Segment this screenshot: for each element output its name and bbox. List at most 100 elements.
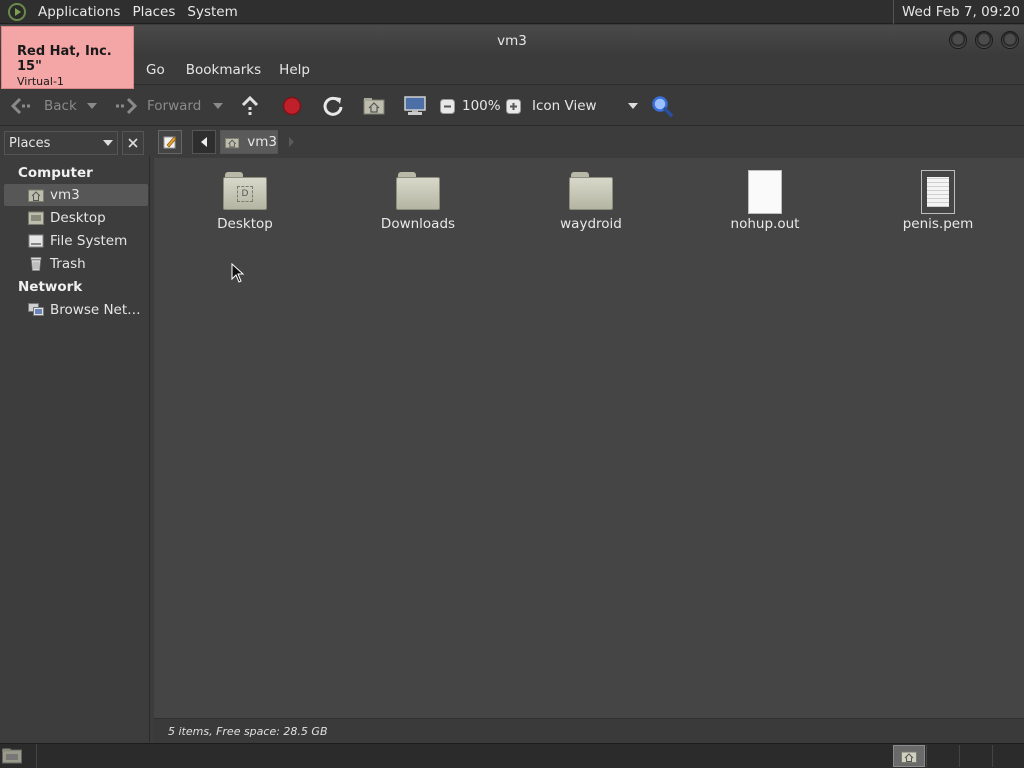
sidebar-section-network: Network <box>18 279 83 295</box>
sidebar-item-trash[interactable]: Trash <box>4 253 148 275</box>
sidebar-item-vm3[interactable]: vm3 <box>4 184 148 206</box>
bookmarks-menu[interactable]: Bookmarks <box>178 62 269 78</box>
workspace-1[interactable] <box>893 745 925 767</box>
home-folder-icon <box>901 751 917 763</box>
show-desktop-button[interactable] <box>2 748 22 768</box>
desktop-icon <box>28 211 44 225</box>
clock[interactable]: Wed Feb 7, 09:20 <box>893 0 1024 24</box>
tooltip-subtitle: Virtual-1 <box>17 75 64 88</box>
workspace-3[interactable] <box>959 745 991 767</box>
home-folder-icon <box>225 137 240 148</box>
forward-arrow-icon <box>116 97 138 115</box>
forward-history-dropdown[interactable] <box>213 85 223 127</box>
home-folder-icon <box>28 189 44 202</box>
file-name: nohup.out <box>730 216 800 232</box>
file-name: Downloads <box>380 216 456 232</box>
sidebar-item-label: Browse Net… <box>50 302 141 318</box>
sidebar-type-select[interactable]: Places <box>4 131 118 155</box>
close-window-button[interactable] <box>1001 31 1019 49</box>
zoom-in-button[interactable] <box>506 85 521 127</box>
bottom-panel <box>0 743 1024 768</box>
view-mode-select[interactable]: Icon View <box>532 85 638 127</box>
go-menu[interactable]: Go <box>138 62 173 78</box>
chevron-left-icon <box>201 137 207 147</box>
desktop-icon <box>2 748 22 764</box>
home-folder-icon <box>363 98 385 115</box>
search-icon <box>652 96 673 117</box>
help-menu[interactable]: Help <box>271 62 318 78</box>
sidebar-item-label: Trash <box>50 256 86 272</box>
zoom-in-icon <box>506 98 521 114</box>
maximize-button[interactable] <box>975 31 993 49</box>
path-crumb-home[interactable]: vm3 <box>220 130 278 154</box>
folder-icon <box>569 170 613 210</box>
location-bar: vm3 <box>154 127 1024 157</box>
sidebar-header: Places <box>0 130 150 156</box>
menubar: Go Bookmarks Help <box>0 57 1024 83</box>
system-menu[interactable]: System <box>181 0 243 24</box>
path-scroll-left-button[interactable] <box>192 130 216 154</box>
toggle-location-entry-button[interactable] <box>158 130 182 154</box>
zoom-out-icon <box>440 98 455 114</box>
sidebar-item-label: File System <box>50 233 128 249</box>
file-item-downloads[interactable]: Downloads <box>358 170 478 232</box>
sidebar-item-file-system[interactable]: File System <box>4 230 148 252</box>
window-titlebar[interactable]: vm3 <box>0 25 1024 57</box>
file-name: penis.pem <box>902 216 974 232</box>
home-button[interactable] <box>363 85 385 127</box>
back-history-dropdown[interactable] <box>87 85 97 127</box>
close-sidebar-button[interactable] <box>122 131 144 155</box>
workspace-4[interactable] <box>992 745 1024 767</box>
reload-icon <box>323 96 343 116</box>
sidebar-item-label: Desktop <box>50 210 106 226</box>
file-name: waydroid <box>560 216 622 232</box>
up-button[interactable] <box>240 85 260 127</box>
path-scroll-right-button[interactable] <box>288 136 294 151</box>
stop-button[interactable] <box>282 85 302 127</box>
text-file-icon <box>921 170 955 214</box>
desktop-folder-icon: D <box>223 170 267 210</box>
sidebar-type-label: Places <box>9 135 51 151</box>
toolbar: Back Forward 100% Icon View <box>0 84 1024 126</box>
back-label: Back <box>44 98 77 114</box>
path-crumb-label: vm3 <box>247 134 277 150</box>
stop-icon <box>282 96 302 116</box>
chevron-down-icon <box>103 140 113 146</box>
sidebar-item-desktop[interactable]: Desktop <box>4 207 148 229</box>
reload-button[interactable] <box>322 85 344 127</box>
trash-icon <box>30 257 42 271</box>
file-item-waydroid[interactable]: waydroid <box>531 170 651 232</box>
workspace-2[interactable] <box>926 745 958 767</box>
sidebar-item-label: vm3 <box>50 187 80 203</box>
file-item-penis-pem[interactable]: penis.pem <box>878 170 998 232</box>
edit-icon <box>163 136 177 149</box>
file-name: Desktop <box>217 216 273 232</box>
applications-menu[interactable]: Applications <box>32 0 126 24</box>
chevron-right-icon <box>289 137 294 147</box>
file-item-desktop[interactable]: D Desktop <box>185 170 305 232</box>
window-title: vm3 <box>497 33 527 49</box>
network-icon <box>28 303 44 316</box>
chevron-down-icon <box>87 103 97 109</box>
blank-file-icon <box>748 170 782 214</box>
desktop-screen: Applications Places System Wed Feb 7, 09… <box>0 0 1024 768</box>
file-item-nohup-out[interactable]: nohup.out <box>705 170 825 232</box>
zoom-out-button[interactable] <box>440 85 455 127</box>
back-button[interactable]: Back <box>10 85 77 127</box>
forward-button[interactable]: Forward <box>114 85 201 127</box>
file-icon-view[interactable]: D Desktop Downloads waydroid nohup.out p… <box>154 158 1024 718</box>
view-mode-label: Icon View <box>532 98 597 114</box>
computer-icon <box>404 96 426 115</box>
top-panel: Applications Places System Wed Feb 7, 09… <box>0 0 1024 24</box>
places-menu[interactable]: Places <box>126 0 181 24</box>
forward-label: Forward <box>147 98 202 114</box>
minimize-button[interactable] <box>949 31 967 49</box>
sidebar-item-browse-network[interactable]: Browse Net… <box>4 299 148 321</box>
search-button[interactable] <box>651 85 673 127</box>
zoom-level[interactable]: 100% <box>462 85 501 127</box>
chevron-down-icon <box>628 103 638 109</box>
distro-logo-icon[interactable] <box>8 2 26 21</box>
computer-button[interactable] <box>404 85 426 127</box>
folder-icon <box>396 170 440 210</box>
sidebar-section-computer: Computer <box>18 165 93 181</box>
